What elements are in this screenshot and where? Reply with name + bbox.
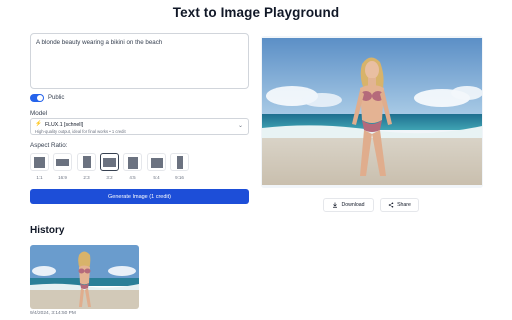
ratio-option-5-4[interactable] bbox=[147, 153, 166, 171]
ratio-4-5-icon bbox=[127, 156, 138, 169]
share-button[interactable]: Share bbox=[380, 198, 419, 212]
public-toggle-row[interactable]: Public bbox=[30, 94, 64, 102]
ratio-option-16-9[interactable] bbox=[53, 153, 72, 171]
ratio-option-2-3[interactable] bbox=[77, 153, 96, 171]
ratio-label-16-9: 16:9 bbox=[58, 175, 67, 180]
aspect-ratio-label: Aspect Ratio: bbox=[30, 142, 68, 149]
toggle-knob bbox=[37, 95, 43, 101]
ratio-label-9-16: 9:16 bbox=[175, 175, 184, 180]
share-label: Share bbox=[397, 202, 411, 208]
history-title: History bbox=[30, 225, 65, 236]
lightning-icon: ⚡ bbox=[35, 121, 42, 127]
ratio-label-4-5: 4:5 bbox=[129, 175, 136, 180]
ratio-3-2-icon bbox=[103, 158, 116, 167]
ratio-option-1-1[interactable] bbox=[30, 153, 49, 171]
model-name: FLUX.1 [schnell] bbox=[45, 121, 84, 128]
ratio-label-2-3: 2:3 bbox=[83, 175, 90, 180]
public-label: Public bbox=[48, 95, 65, 101]
share-icon bbox=[388, 202, 394, 208]
generated-image bbox=[262, 38, 482, 185]
ratio-9-16-icon bbox=[176, 156, 183, 169]
download-icon bbox=[333, 202, 338, 208]
public-toggle[interactable] bbox=[30, 94, 44, 102]
ratio-option-9-16[interactable] bbox=[170, 153, 189, 171]
ratio-2-3-icon bbox=[82, 156, 91, 168]
page-title: Text to Image Playground bbox=[172, 5, 340, 20]
ratio-label-5-4: 5:4 bbox=[153, 175, 160, 180]
history-thumbnail[interactable] bbox=[30, 245, 139, 309]
ratio-5-4-icon bbox=[150, 157, 163, 168]
history-timestamp: 9/4/2024, 3:14:50 PM bbox=[30, 311, 76, 316]
prompt-textarea[interactable]: A blonde beauty wearing a bikini on the … bbox=[30, 33, 249, 89]
ratio-option-3-2[interactable] bbox=[100, 153, 119, 171]
download-button[interactable]: Download bbox=[323, 198, 374, 212]
ratio-option-4-5[interactable] bbox=[123, 153, 142, 171]
ratio-label-1-1: 1:1 bbox=[36, 175, 43, 180]
ratio-1-1-icon bbox=[34, 157, 45, 168]
model-description: High-quality output, ideal for final wor… bbox=[35, 128, 126, 134]
generate-image-button[interactable]: Generate Image (1 credit) bbox=[30, 189, 249, 204]
ratio-label-3-2: 3:2 bbox=[106, 175, 113, 180]
model-select[interactable]: ⚡ FLUX.1 [schnell] High-quality output, … bbox=[30, 118, 249, 135]
ratio-16-9-icon bbox=[56, 159, 69, 166]
download-label: Download bbox=[341, 202, 365, 208]
model-label: Model bbox=[30, 110, 48, 117]
chevron-down-icon: ⌄ bbox=[237, 123, 243, 129]
